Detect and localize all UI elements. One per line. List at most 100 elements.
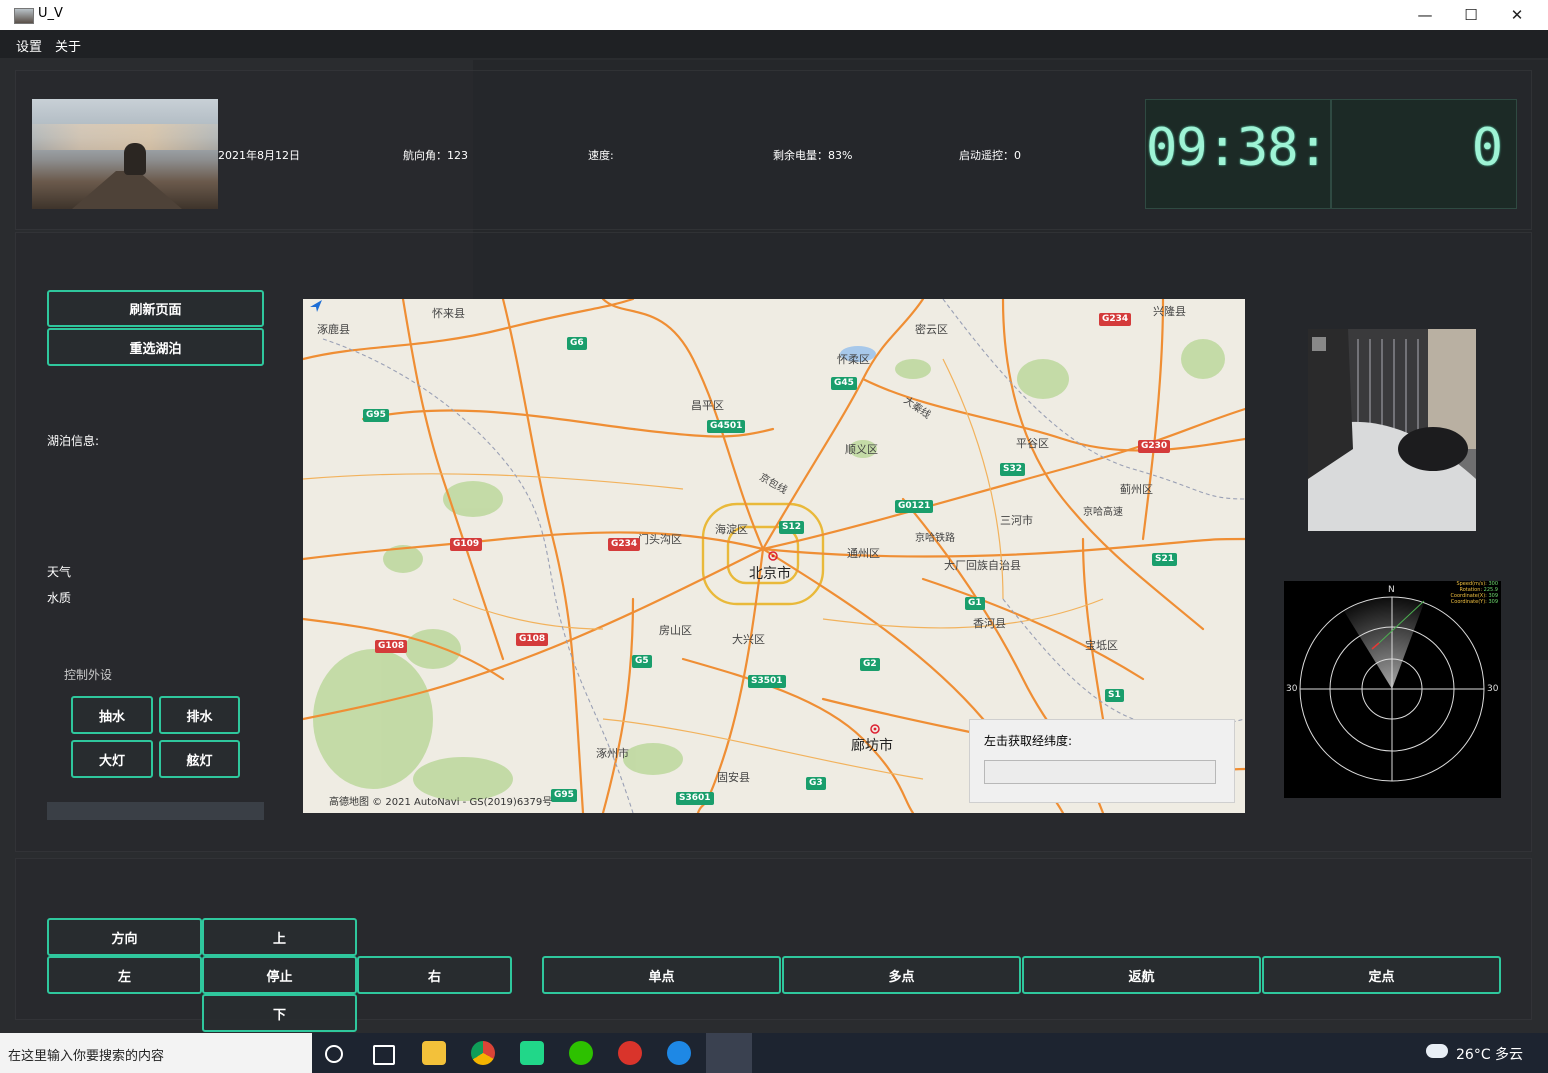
single-point-button[interactable]: 单点 <box>542 956 781 994</box>
map-place: 宝坻区 <box>1085 639 1118 652</box>
task-view-icon[interactable] <box>373 1045 395 1065</box>
active-app-icon[interactable] <box>706 1033 752 1073</box>
file-explorer-icon[interactable] <box>422 1041 446 1065</box>
road-shield: S32 <box>1000 463 1026 476</box>
radar-right-scale: 30 <box>1487 684 1499 694</box>
chrome-icon[interactable] <box>471 1041 495 1065</box>
map-place: 蓟州区 <box>1120 483 1153 496</box>
counter-value: 0 <box>1471 118 1503 178</box>
map-place: 京哈铁路 <box>915 533 955 544</box>
menu-bar <box>0 30 1548 58</box>
road-shield: G2 <box>860 658 880 671</box>
map-place: 涿鹿县 <box>317 323 350 336</box>
browser-icon[interactable] <box>667 1041 691 1065</box>
cortana-icon[interactable] <box>325 1045 343 1063</box>
minimize-button[interactable]: — <box>1402 0 1448 30</box>
road-shield: G230 <box>1138 440 1171 453</box>
taskbar-search-box[interactable]: 在这里输入你要搜索的内容 <box>0 1033 312 1073</box>
road-shield: G5 <box>632 655 652 668</box>
map-place: 兴隆县 <box>1153 305 1186 318</box>
clock-value: 09:38:18 <box>1146 118 1389 178</box>
taskbar-weather: 26°C 多云 <box>1456 1047 1524 1063</box>
pump-out-button[interactable]: 排水 <box>159 696 240 734</box>
road-shield: S3601 <box>676 792 714 805</box>
date-text: 2021年8月12日 <box>218 149 300 162</box>
radar-readout-label: Coordinate(Y): <box>1450 599 1487 605</box>
map-place: 京哈高速 <box>1083 507 1123 518</box>
app-icon <box>14 8 34 24</box>
road-shield: G108 <box>516 633 549 646</box>
pycharm-icon[interactable] <box>520 1041 544 1065</box>
map-place: 涿州市 <box>596 747 629 760</box>
map-place: 大兴区 <box>732 633 765 646</box>
road-shield: G234 <box>1099 313 1132 326</box>
lake-image <box>32 99 218 209</box>
direction-button[interactable]: 方向 <box>47 918 202 956</box>
map-copyright: 高德地图 © 2021 AutoNavi - GS(2019)6379号 <box>329 797 553 808</box>
map-place: 海淀区 <box>715 523 748 536</box>
map-place: 北京市 <box>749 566 791 582</box>
map-place: 顺义区 <box>845 443 878 456</box>
road-shield: S12 <box>779 521 805 534</box>
reselect-lake-button[interactable]: 重选湖泊 <box>47 328 264 366</box>
road-shield: G95 <box>363 409 389 422</box>
road-shield: G6 <box>567 337 587 350</box>
close-button[interactable]: ✕ <box>1494 0 1540 30</box>
latlng-title: 左击获取经纬度: <box>984 734 1073 748</box>
cloud-icon <box>1426 1044 1448 1058</box>
return-button[interactable]: 返航 <box>1022 956 1261 994</box>
clock-display: 09:38:18 <box>1145 99 1389 209</box>
radar-view: N 30 30 Speed(m/s): 300 Rotation: 225.9 … <box>1284 581 1501 798</box>
refresh-page-button[interactable]: 刷新页面 <box>47 290 264 327</box>
menu-about[interactable]: 关于 <box>55 36 81 55</box>
road-shield: G108 <box>375 640 408 653</box>
radar-left-scale: 30 <box>1286 684 1298 694</box>
down-button[interactable]: 下 <box>202 994 357 1032</box>
counter-display: 0 <box>1331 99 1517 209</box>
map-place: 固安县 <box>717 771 750 784</box>
latlng-popup: 左击获取经纬度: <box>969 719 1235 803</box>
headlight-button[interactable]: 大灯 <box>71 740 153 778</box>
road-shield: S1 <box>1105 689 1124 702</box>
right-button[interactable]: 右 <box>357 956 512 994</box>
app-snail-icon[interactable] <box>618 1041 642 1065</box>
stop-button[interactable]: 停止 <box>202 956 357 994</box>
up-button[interactable]: 上 <box>202 918 357 956</box>
map-place: 大厂回族自治县 <box>944 559 1021 572</box>
road-shield: G234 <box>608 538 641 551</box>
map-place: 通州区 <box>847 547 880 560</box>
map-logo-icon <box>310 300 322 312</box>
pump-in-button[interactable]: 抽水 <box>71 696 153 734</box>
map-place: 密云区 <box>915 323 948 336</box>
map-place: 廊坊市 <box>851 738 893 754</box>
lake-info-label: 湖泊信息: <box>47 434 100 448</box>
title-bar: U_V — ☐ ✕ <box>0 0 1548 30</box>
speed-text: 速度: <box>588 149 614 162</box>
map-place: 昌平区 <box>691 399 724 412</box>
map-place: 怀柔区 <box>837 353 870 366</box>
map-place: 三河市 <box>1000 514 1033 527</box>
battery-text: 剩余电量：83% <box>773 149 853 162</box>
map-place: 香河县 <box>973 617 1006 630</box>
road-shield: G0121 <box>895 500 934 513</box>
map-place: 房山区 <box>659 624 692 637</box>
multi-point-button[interactable]: 多点 <box>782 956 1021 994</box>
radar-north: N <box>1388 585 1395 595</box>
map-place: 门头沟区 <box>638 533 682 546</box>
status-field[interactable] <box>47 802 264 820</box>
road-shield: G95 <box>551 789 577 802</box>
road-shield: G1 <box>965 597 985 610</box>
road-shield: G45 <box>831 377 857 390</box>
wechat-icon[interactable] <box>569 1041 593 1065</box>
side-light-button[interactable]: 舷灯 <box>159 740 240 778</box>
latlng-field[interactable] <box>984 760 1216 784</box>
menu-settings[interactable]: 设置 <box>16 36 42 55</box>
fixed-point-button[interactable]: 定点 <box>1262 956 1501 994</box>
camera-feed <box>1308 329 1476 531</box>
peripherals-label: 控制外设 <box>64 668 113 682</box>
maximize-button[interactable]: ☐ <box>1448 0 1494 30</box>
radar-readout-value: 309 <box>1488 599 1498 605</box>
map-place: 平谷区 <box>1016 437 1049 450</box>
radar-readouts: Speed(m/s): 300 Rotation: 225.9 Coordina… <box>1436 581 1498 605</box>
left-button[interactable]: 左 <box>47 956 202 994</box>
